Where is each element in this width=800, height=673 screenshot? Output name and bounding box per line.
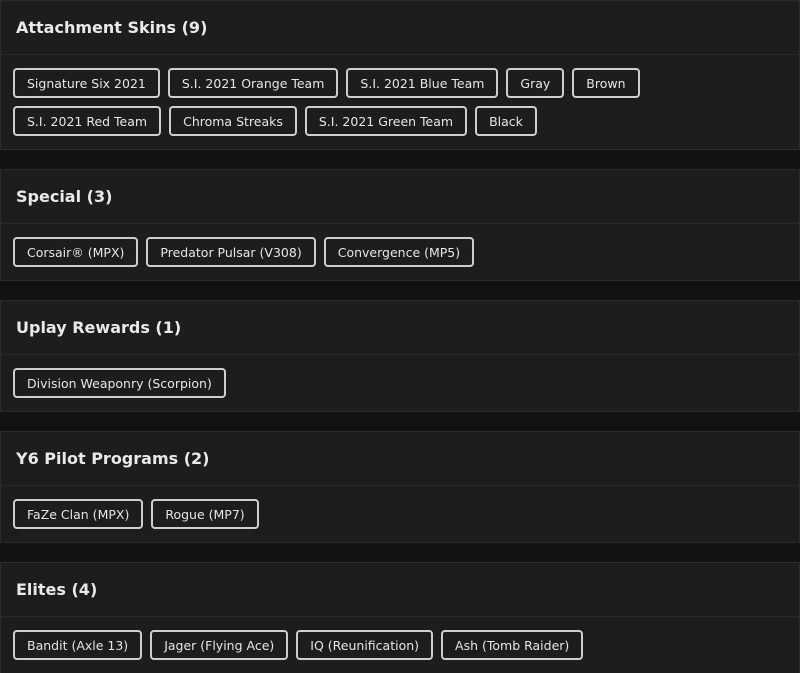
section-body: Corsair® (MPX) Predator Pulsar (V308) Co… bbox=[1, 224, 799, 267]
section-header: Uplay Rewards (1) bbox=[1, 301, 799, 355]
skin-chip[interactable]: Division Weaponry (Scorpion) bbox=[13, 368, 226, 398]
section-special: Special (3) Corsair® (MPX) Predator Puls… bbox=[0, 169, 800, 281]
skin-chip[interactable]: Convergence (MP5) bbox=[323, 237, 475, 267]
skin-chip[interactable]: FaZe Clan (MPX) bbox=[13, 499, 144, 529]
section-uplay-rewards: Uplay Rewards (1) Division Weaponry (Sco… bbox=[0, 300, 800, 412]
section-title: Special (3) bbox=[16, 187, 113, 206]
section-title: Uplay Rewards (1) bbox=[16, 318, 182, 337]
section-body: Division Weaponry (Scorpion) bbox=[1, 355, 799, 398]
section-header: Y6 Pilot Programs (2) bbox=[1, 432, 799, 486]
chip-list: FaZe Clan (MPX) Rogue (MP7) bbox=[13, 499, 787, 529]
skin-chip[interactable]: Corsair® (MPX) bbox=[13, 237, 139, 267]
skin-chip[interactable]: Predator Pulsar (V308) bbox=[146, 237, 316, 267]
skin-chip[interactable]: Brown bbox=[572, 68, 640, 98]
skin-chip[interactable]: S.I. 2021 Blue Team bbox=[346, 68, 499, 98]
skin-chip[interactable]: Bandit (Axle 13) bbox=[13, 630, 143, 660]
section-attachment-skins: Attachment Skins (9) Signature Six 2021 … bbox=[0, 0, 800, 150]
section-title: Y6 Pilot Programs (2) bbox=[16, 449, 210, 468]
skin-chip[interactable]: S.I. 2021 Orange Team bbox=[167, 68, 339, 98]
section-body: FaZe Clan (MPX) Rogue (MP7) bbox=[1, 486, 799, 529]
skin-chip[interactable]: Black bbox=[475, 106, 537, 136]
skin-chip[interactable]: Ash (Tomb Raider) bbox=[441, 630, 584, 660]
chip-list: Division Weaponry (Scorpion) bbox=[13, 368, 787, 398]
section-header: Attachment Skins (9) bbox=[1, 1, 799, 55]
skin-chip[interactable]: Chroma Streaks bbox=[169, 106, 297, 136]
section-y6-pilot-programs: Y6 Pilot Programs (2) FaZe Clan (MPX) Ro… bbox=[0, 431, 800, 543]
chip-list: Corsair® (MPX) Predator Pulsar (V308) Co… bbox=[13, 237, 787, 267]
section-body: Signature Six 2021 S.I. 2021 Orange Team… bbox=[1, 55, 799, 136]
skin-chip[interactable]: S.I. 2021 Red Team bbox=[13, 106, 162, 136]
skin-chip[interactable]: Jager (Flying Ace) bbox=[150, 630, 289, 660]
section-title: Elites (4) bbox=[16, 580, 98, 599]
section-header: Special (3) bbox=[1, 170, 799, 224]
chip-list: Signature Six 2021 S.I. 2021 Orange Team… bbox=[13, 68, 787, 136]
section-elites: Elites (4) Bandit (Axle 13) Jager (Flyin… bbox=[0, 562, 800, 673]
skins-page: Attachment Skins (9) Signature Six 2021 … bbox=[0, 0, 800, 673]
chip-list: Bandit (Axle 13) Jager (Flying Ace) IQ (… bbox=[13, 630, 787, 660]
section-title: Attachment Skins (9) bbox=[16, 18, 208, 37]
skin-chip[interactable]: Gray bbox=[506, 68, 565, 98]
skin-chip[interactable]: Rogue (MP7) bbox=[151, 499, 259, 529]
section-header: Elites (4) bbox=[1, 563, 799, 617]
skin-chip[interactable]: S.I. 2021 Green Team bbox=[304, 106, 468, 136]
skin-chip[interactable]: IQ (Reunification) bbox=[296, 630, 434, 660]
section-body: Bandit (Axle 13) Jager (Flying Ace) IQ (… bbox=[1, 617, 799, 660]
skin-chip[interactable]: Signature Six 2021 bbox=[13, 68, 160, 98]
